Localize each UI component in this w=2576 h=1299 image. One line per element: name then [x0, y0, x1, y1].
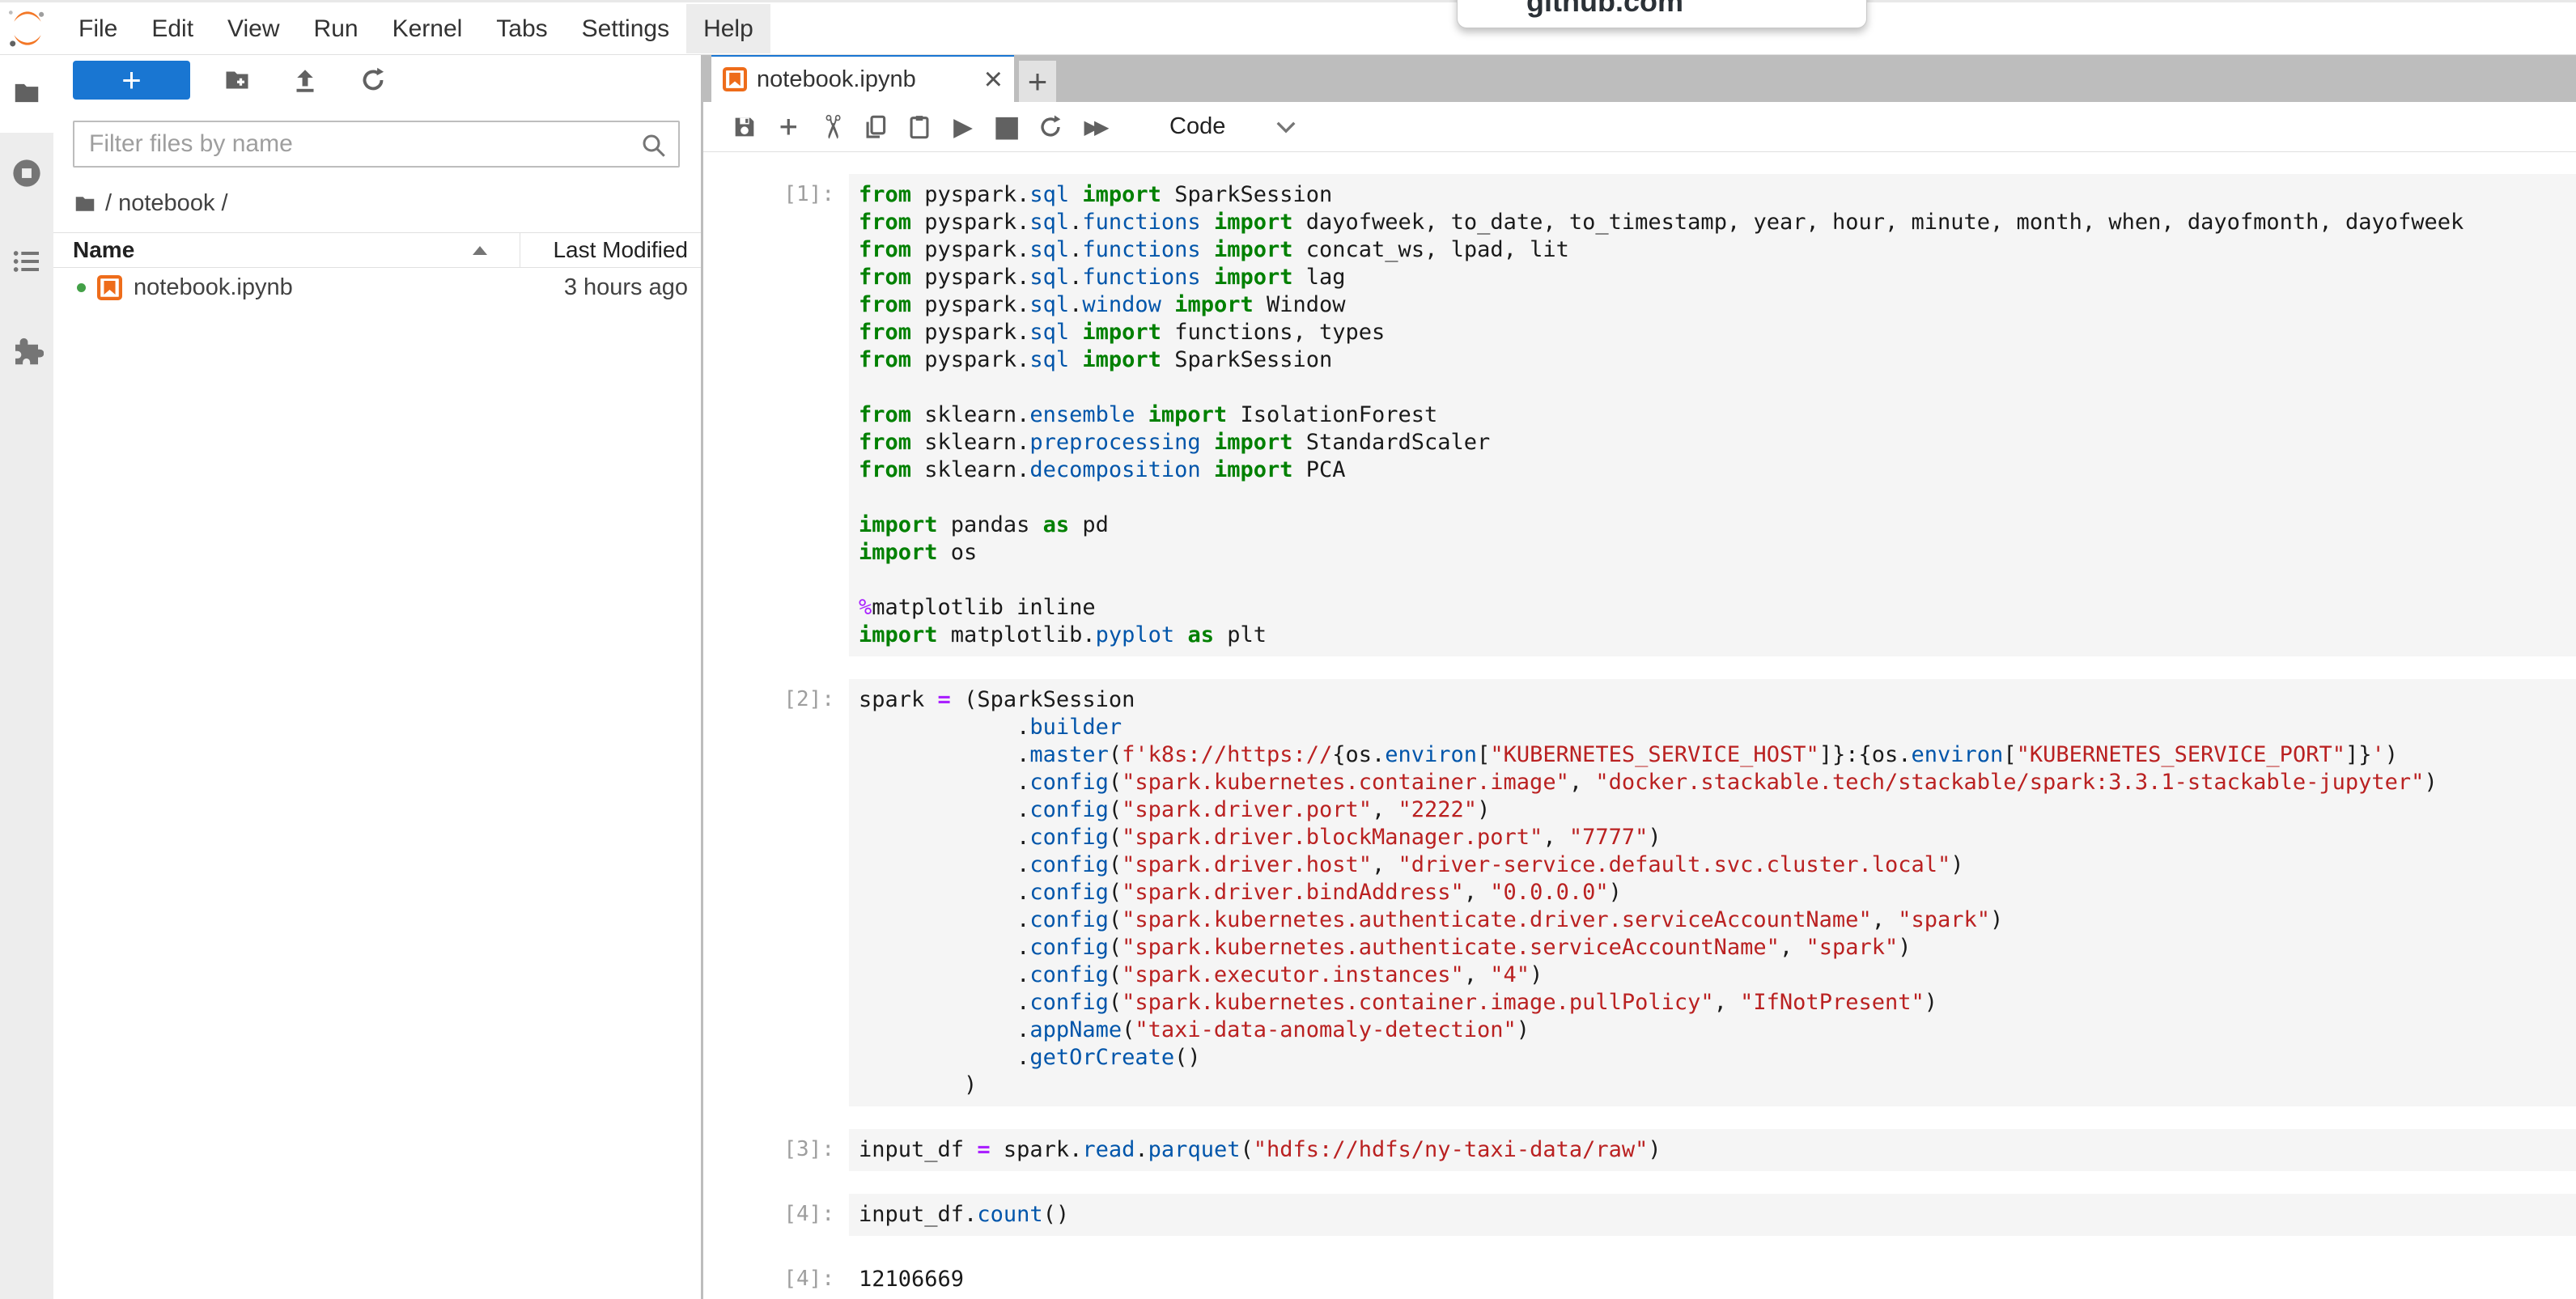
chevron-down-icon[interactable]	[1275, 120, 1296, 134]
new-tab-button[interactable]: +	[1019, 61, 1056, 102]
tab-title: notebook.ipynb	[757, 66, 916, 93]
file-name: notebook.ipynb	[134, 274, 293, 301]
new-launcher-button[interactable]: +	[73, 61, 190, 100]
notebook-tab-icon	[723, 67, 747, 91]
menu-tabs[interactable]: Tabs	[479, 4, 564, 53]
plus-icon: +	[1028, 62, 1048, 101]
code-cell: [3]:input_df = spark.read.parquet("hdfs:…	[703, 1129, 2576, 1171]
cut-cells-button[interactable]: ✂	[810, 108, 854, 146]
restart-kernel-button[interactable]	[1029, 108, 1072, 146]
github-popup-text: github.com	[1526, 0, 1866, 19]
plus-icon: +	[121, 62, 142, 98]
file-list-header: Name Last Modified	[53, 232, 701, 268]
copy-cells-button[interactable]	[854, 108, 898, 146]
menu-settings[interactable]: Settings	[565, 4, 686, 53]
tab-bar: notebook.ipynb × +	[703, 53, 2576, 102]
execution-prompt: [4]:	[703, 1194, 849, 1236]
new-folder-icon	[223, 65, 252, 96]
menubar: FileEditViewRunKernelTabsSettingsHelp	[0, 0, 2576, 55]
left-sidebar	[0, 53, 53, 1299]
sidebar-item-files[interactable]	[0, 53, 53, 133]
code-editor[interactable]: input_df = spark.read.parquet("hdfs://hd…	[849, 1129, 2576, 1171]
sidebar-item-running[interactable]	[0, 156, 53, 190]
upload-icon	[291, 66, 320, 95]
folder-icon	[11, 78, 42, 108]
menu-view[interactable]: View	[210, 4, 296, 53]
upload-button[interactable]	[286, 61, 325, 100]
main-panel: notebook.ipynb × + ✂	[703, 53, 2576, 1299]
restart-icon	[1037, 113, 1064, 141]
notebook-toolbar: ✂ ▶ ■ ▶▶ Code	[703, 102, 2576, 152]
paste-icon	[906, 113, 933, 141]
notebook-cells: [1]:from pyspark.sql import SparkSession…	[703, 174, 2576, 1299]
plus-icon	[775, 114, 801, 140]
filter-files-box	[73, 121, 680, 168]
file-row[interactable]: notebook.ipynb 3 hours ago	[53, 268, 701, 307]
menu-help[interactable]: Help	[686, 4, 770, 53]
jupyter-logo-icon	[6, 7, 49, 49]
code-cell: [4]:input_df.count()	[703, 1194, 2576, 1236]
menubar-items: FileEditViewRunKernelTabsSettingsHelp	[62, 4, 770, 53]
restart-run-all-button[interactable]: ▶▶	[1072, 108, 1116, 146]
run-cell-button[interactable]: ▶	[941, 108, 985, 146]
puzzle-icon	[10, 332, 44, 366]
notebook-content: [1]:from pyspark.sql import SparkSession…	[703, 153, 2576, 1299]
close-tab-icon[interactable]: ×	[984, 67, 1003, 91]
running-kernel-dot	[77, 283, 86, 292]
insert-cell-button[interactable]	[766, 108, 810, 146]
github-popup: github.com	[1457, 0, 1867, 28]
sort-ascending-icon[interactable]	[473, 246, 487, 255]
copy-icon	[862, 113, 889, 141]
column-last-modified[interactable]: Last Modified	[553, 237, 688, 263]
sidebar-item-toc[interactable]	[0, 245, 53, 278]
file-browser-toolbar: +	[53, 57, 701, 103]
filter-files-input[interactable]	[74, 122, 678, 166]
menu-file[interactable]: File	[62, 4, 134, 53]
cell-type-dropdown[interactable]: Code	[1169, 113, 1225, 140]
breadcrumb[interactable]: / notebook /	[73, 190, 228, 217]
list-icon	[11, 245, 43, 278]
refresh-icon	[359, 66, 388, 95]
code-editor[interactable]: spark = (SparkSession .builder .master(f…	[849, 679, 2576, 1106]
code-cell: [2]:spark = (SparkSession .builder .mast…	[703, 679, 2576, 1106]
save-button[interactable]	[723, 108, 766, 146]
file-browser: + / n	[53, 53, 701, 1299]
output-area: 12106669	[849, 1259, 2576, 1299]
menu-run[interactable]: Run	[297, 4, 376, 53]
refresh-button[interactable]	[354, 61, 393, 100]
sidebar-item-extensions[interactable]	[0, 332, 53, 366]
code-cell: [1]:from pyspark.sql import SparkSession…	[703, 174, 2576, 656]
code-editor[interactable]: input_df.count()	[849, 1194, 2576, 1236]
save-icon	[731, 113, 758, 141]
file-modified: 3 hours ago	[564, 274, 688, 301]
notebook-file-icon	[97, 275, 122, 300]
output-cell: [4]:12106669	[703, 1259, 2576, 1299]
menu-kernel[interactable]: Kernel	[376, 4, 480, 53]
execution-prompt: [1]:	[703, 174, 849, 656]
breadcrumb-path: / notebook /	[105, 190, 228, 217]
interrupt-kernel-button[interactable]: ■	[985, 108, 1029, 146]
code-editor[interactable]: from pyspark.sql import SparkSession fro…	[849, 174, 2576, 656]
run-icon: ▶	[953, 112, 973, 142]
menu-edit[interactable]: Edit	[134, 4, 210, 53]
fast-forward-icon: ▶▶	[1084, 116, 1105, 138]
output-prompt: [4]:	[703, 1259, 849, 1299]
stop-icon: ■	[993, 110, 1021, 143]
paste-cells-button[interactable]	[898, 108, 941, 146]
folder-icon	[73, 192, 97, 216]
new-folder-button[interactable]	[218, 61, 257, 100]
column-name[interactable]: Name	[73, 237, 134, 263]
tab-notebook[interactable]: notebook.ipynb ×	[711, 53, 1014, 102]
cut-icon: ✂	[813, 113, 851, 141]
execution-prompt: [2]:	[703, 679, 849, 1106]
stop-circle-icon	[10, 156, 44, 190]
search-icon	[639, 131, 668, 160]
execution-prompt: [3]:	[703, 1129, 849, 1171]
